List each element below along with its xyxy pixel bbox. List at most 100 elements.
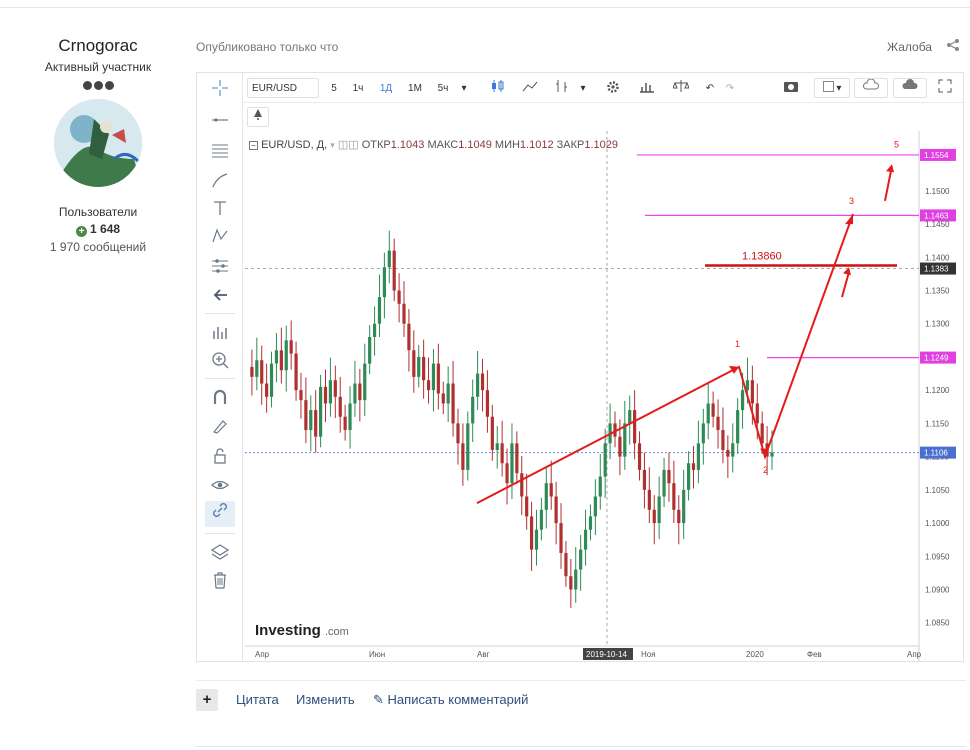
- candle-body: [618, 436, 622, 457]
- candle-body: [353, 383, 357, 404]
- post-actions: + Цитата Изменить ✎ Написать комментарий: [196, 689, 966, 711]
- candle-body: [402, 303, 406, 324]
- candle-body: [736, 410, 740, 444]
- candle-body: [672, 483, 676, 510]
- top-border: [0, 0, 970, 8]
- candle-body: [750, 380, 754, 404]
- candle-body: [588, 516, 593, 530]
- candle-body: [647, 489, 651, 510]
- candle-body: [368, 337, 372, 364]
- candle-body: [480, 373, 485, 391]
- candle-body: [770, 452, 774, 457]
- candle-body: [731, 443, 735, 457]
- candle-body: [265, 383, 269, 397]
- candle-body: [289, 340, 293, 354]
- candle-body: [466, 423, 470, 470]
- candle-body: [446, 383, 450, 404]
- investing-watermark: Investing: [255, 622, 321, 639]
- candle-body: [456, 423, 460, 444]
- candle-body: [274, 350, 279, 364]
- y-tick-label: 1.0850: [925, 619, 950, 628]
- price-chart[interactable]: 1.15501.15001.14501.14001.13501.13001.12…: [197, 73, 965, 663]
- x-tick-label: Ноя: [641, 650, 656, 659]
- author-name[interactable]: Crnogorac: [30, 36, 166, 56]
- comment-label: Написать комментарий: [387, 692, 529, 707]
- add-button[interactable]: +: [196, 689, 218, 711]
- avatar[interactable]: [54, 99, 142, 187]
- candle-body: [397, 290, 401, 304]
- candle-body: [706, 403, 710, 424]
- wave-projection: [476, 213, 854, 505]
- y-tick-label: 1.1500: [925, 187, 950, 196]
- chart-widget: EUR/USD 5 1ч 1Д 1М 5ч ▾ ▾ ↶ ↷ ▾ − EUR/US…: [196, 72, 964, 662]
- candle-body: [495, 443, 499, 450]
- candle-body: [623, 423, 627, 457]
- x-tick-label: Фев: [807, 650, 822, 659]
- price-axis-badge-label: 1.1463: [924, 211, 949, 220]
- candle-body: [318, 386, 323, 437]
- wave-label: 3: [849, 196, 854, 206]
- plus-circle-icon: +: [75, 226, 87, 237]
- candle-body: [343, 416, 347, 431]
- candle-body: [721, 430, 725, 450]
- candle-body: [309, 410, 313, 431]
- y-tick-label: 1.1200: [925, 386, 950, 395]
- candle-body: [726, 449, 730, 457]
- candle-body: [490, 416, 494, 450]
- y-tick-label: 1.0900: [925, 586, 950, 595]
- wave-label: 5: [894, 140, 899, 150]
- candle-body: [740, 390, 745, 411]
- candle-body: [328, 380, 333, 404]
- crosshair-time-label: 2019-10-14: [586, 650, 627, 659]
- candle-body: [284, 340, 288, 371]
- candle-body: [686, 463, 691, 490]
- candle-body: [269, 363, 274, 397]
- candle-body: [682, 489, 686, 524]
- small-arrow: [841, 271, 850, 298]
- resistance-label: 1.13860: [742, 251, 782, 263]
- candle-body: [637, 443, 642, 470]
- candle-body: [294, 353, 298, 391]
- candle-body: [299, 390, 303, 401]
- y-tick-label: 1.1000: [925, 519, 950, 528]
- x-tick-label: Авг: [477, 650, 490, 659]
- candle-body: [441, 393, 445, 404]
- candle-body: [333, 380, 337, 397]
- investing-watermark-suffix: .com: [325, 626, 349, 638]
- wave-label: 2: [763, 465, 768, 475]
- price-axis-badge-label: 1.1383: [924, 265, 949, 274]
- x-tick-label: Июн: [369, 650, 385, 659]
- candle-body: [525, 496, 529, 517]
- candle-body: [657, 496, 661, 524]
- candle-body: [554, 496, 558, 524]
- candle-body: [279, 350, 283, 371]
- report-link[interactable]: Жалоба: [887, 40, 932, 54]
- candle-body: [539, 509, 543, 530]
- edit-link[interactable]: Изменить: [296, 692, 355, 707]
- candle-body: [662, 469, 666, 497]
- author-panel: Crnogorac Активный участник Пользователи…: [30, 36, 166, 254]
- candle-body: [505, 463, 509, 484]
- y-tick-label: 1.1300: [925, 320, 950, 329]
- candle-body: [358, 383, 362, 401]
- candle-body: [701, 423, 705, 444]
- candle-body: [500, 443, 504, 464]
- candle-body: [255, 360, 259, 377]
- candle-body: [431, 363, 436, 391]
- candle-body: [677, 509, 681, 524]
- rank-dots: [30, 77, 166, 90]
- candle-body: [485, 390, 490, 417]
- quote-link[interactable]: Цитата: [236, 692, 279, 707]
- candle-body: [603, 443, 607, 477]
- candle-body: [593, 496, 597, 517]
- candle-body: [461, 443, 465, 470]
- comment-link[interactable]: ✎ Написать комментарий: [373, 692, 528, 708]
- candle-body: [372, 323, 377, 337]
- candle-body: [691, 463, 696, 470]
- share-icon[interactable]: [946, 38, 960, 55]
- candle-body: [476, 373, 480, 397]
- candle-body: [633, 410, 637, 444]
- candle-body: [564, 552, 568, 577]
- price-axis-badge-label: 1.1554: [924, 151, 949, 160]
- candle-body: [534, 529, 539, 550]
